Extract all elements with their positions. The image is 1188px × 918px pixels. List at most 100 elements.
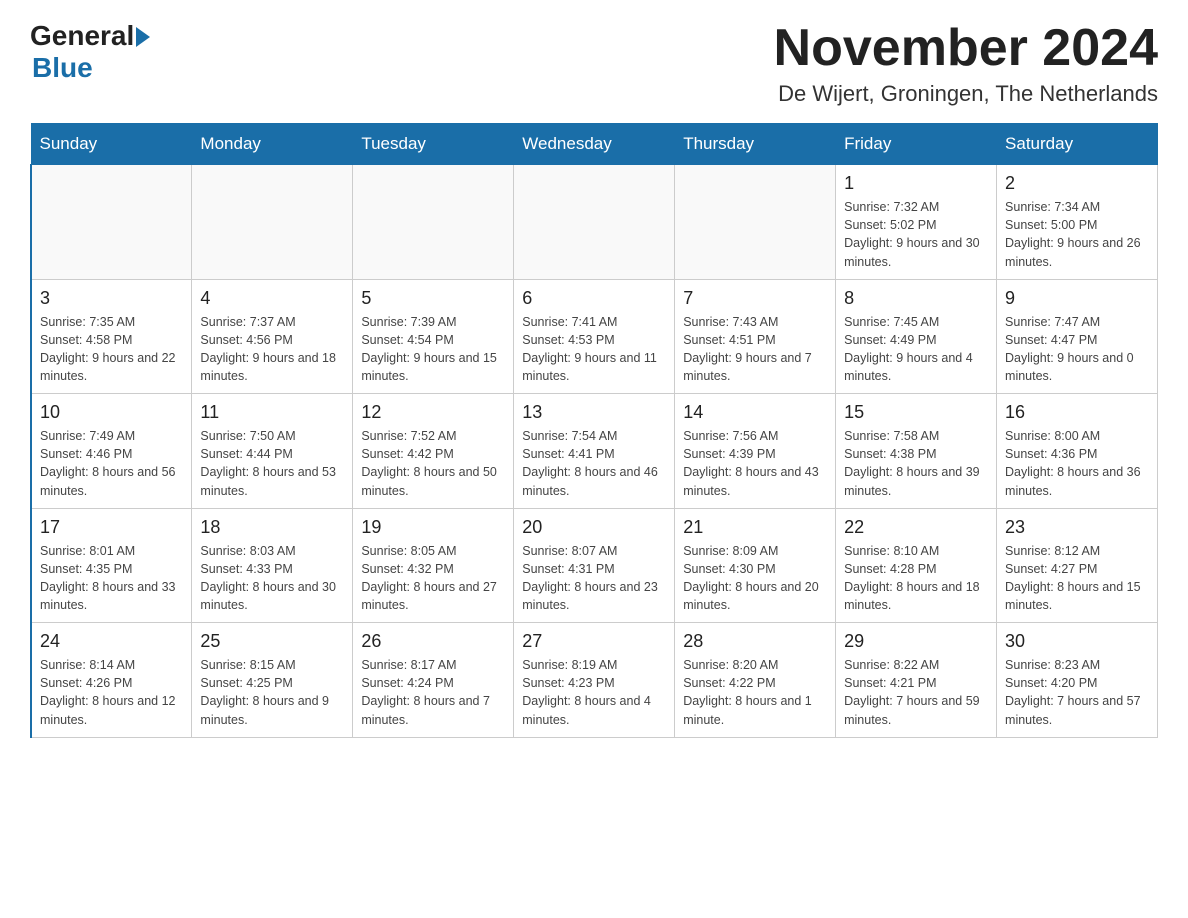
day-number: 4 [200, 288, 344, 309]
day-number: 8 [844, 288, 988, 309]
day-number: 30 [1005, 631, 1149, 652]
day-number: 17 [40, 517, 183, 538]
day-info: Sunrise: 8:14 AM Sunset: 4:26 PM Dayligh… [40, 656, 183, 729]
day-info: Sunrise: 7:50 AM Sunset: 4:44 PM Dayligh… [200, 427, 344, 500]
table-row: 3Sunrise: 7:35 AM Sunset: 4:58 PM Daylig… [31, 279, 192, 394]
day-number: 6 [522, 288, 666, 309]
day-number: 19 [361, 517, 505, 538]
day-info: Sunrise: 7:54 AM Sunset: 4:41 PM Dayligh… [522, 427, 666, 500]
table-row: 16Sunrise: 8:00 AM Sunset: 4:36 PM Dayli… [997, 394, 1158, 509]
day-info: Sunrise: 8:05 AM Sunset: 4:32 PM Dayligh… [361, 542, 505, 615]
table-row: 5 Sunrise: 7:39 AM Sunset: 4:54 PM Daylig… [353, 279, 514, 394]
day-number: 21 [683, 517, 827, 538]
day-info: Sunrise: 7:45 AM Sunset: 4:49 PM Dayligh… [844, 313, 988, 386]
day-number: 27 [522, 631, 666, 652]
location-subtitle: De Wijert, Groningen, The Netherlands [774, 81, 1158, 107]
col-thursday: Thursday [675, 124, 836, 165]
table-row: 7 Sunrise: 7:43 AM Sunset: 4:51 PM Daylig… [675, 279, 836, 394]
day-number: 7 [683, 288, 827, 309]
day-info: Sunrise: 7:34 AM Sunset: 5:00 PM Dayligh… [1005, 198, 1149, 271]
table-row [353, 165, 514, 280]
day-info: Sunrise: 8:07 AM Sunset: 4:31 PM Dayligh… [522, 542, 666, 615]
table-row: 10 Sunrise: 7:49 AM Sunset: 4:46 PM Dayli… [31, 394, 192, 509]
calendar-table: Sunday Monday Tuesday Wednesday Thursday… [30, 123, 1158, 738]
day-info: Sunrise: 7:43 AM Sunset: 4:51 PM Dayligh… [683, 313, 827, 386]
day-info: Sunrise: 8:00 AM Sunset: 4:36 PM Dayligh… [1005, 427, 1149, 500]
col-saturday: Saturday [997, 124, 1158, 165]
day-info: Sunrise: 8:23 AM Sunset: 4:20 PM Dayligh… [1005, 656, 1149, 729]
logo-general-text: General [30, 20, 134, 52]
month-title: November 2024 [774, 20, 1158, 77]
day-number: 9 [1005, 288, 1149, 309]
col-friday: Friday [836, 124, 997, 165]
table-row: 26Sunrise: 8:17 AM Sunset: 4:24 PM Dayli… [353, 623, 514, 738]
table-row: 13 Sunrise: 7:54 AM Sunset: 4:41 PM Dayli… [514, 394, 675, 509]
day-info: Sunrise: 7:49 AM Sunset: 4:46 PM Dayligh… [40, 427, 183, 500]
table-row [31, 165, 192, 280]
logo-blue-text: Blue [32, 52, 93, 84]
day-number: 14 [683, 402, 827, 423]
title-block: November 2024 De Wijert, Groningen, The … [774, 20, 1158, 107]
table-row: 9 Sunrise: 7:47 AM Sunset: 4:47 PM Daylig… [997, 279, 1158, 394]
logo-arrow-icon [136, 27, 150, 47]
table-row [675, 165, 836, 280]
table-row [514, 165, 675, 280]
table-row: 18 Sunrise: 8:03 AM Sunset: 4:33 PM Dayli… [192, 508, 353, 623]
logo: General Blue [30, 20, 150, 84]
table-row: 20 Sunrise: 8:07 AM Sunset: 4:31 PM Dayli… [514, 508, 675, 623]
calendar-week-row: 17 Sunrise: 8:01 AM Sunset: 4:35 PM Dayli… [31, 508, 1158, 623]
day-info: Sunrise: 8:01 AM Sunset: 4:35 PM Dayligh… [40, 542, 183, 615]
day-info: Sunrise: 8:10 AM Sunset: 4:28 PM Dayligh… [844, 542, 988, 615]
table-row: 29Sunrise: 8:22 AM Sunset: 4:21 PM Dayli… [836, 623, 997, 738]
table-row: 19 Sunrise: 8:05 AM Sunset: 4:32 PM Dayli… [353, 508, 514, 623]
day-info: Sunrise: 7:39 AM Sunset: 4:54 PM Dayligh… [361, 313, 505, 386]
day-info: Sunrise: 7:52 AM Sunset: 4:42 PM Dayligh… [361, 427, 505, 500]
calendar-week-row: 3Sunrise: 7:35 AM Sunset: 4:58 PM Daylig… [31, 279, 1158, 394]
calendar-header-row: Sunday Monday Tuesday Wednesday Thursday… [31, 124, 1158, 165]
day-number: 11 [200, 402, 344, 423]
table-row: 21Sunrise: 8:09 AM Sunset: 4:30 PM Dayli… [675, 508, 836, 623]
day-info: Sunrise: 8:19 AM Sunset: 4:23 PM Dayligh… [522, 656, 666, 729]
day-number: 12 [361, 402, 505, 423]
table-row: 28 Sunrise: 8:20 AM Sunset: 4:22 PM Dayli… [675, 623, 836, 738]
table-row: 24Sunrise: 8:14 AM Sunset: 4:26 PM Dayli… [31, 623, 192, 738]
table-row: 14 Sunrise: 7:56 AM Sunset: 4:39 PM Dayli… [675, 394, 836, 509]
calendar-week-row: 10 Sunrise: 7:49 AM Sunset: 4:46 PM Dayli… [31, 394, 1158, 509]
calendar-week-row: 24Sunrise: 8:14 AM Sunset: 4:26 PM Dayli… [31, 623, 1158, 738]
day-number: 1 [844, 173, 988, 194]
day-number: 2 [1005, 173, 1149, 194]
day-number: 28 [683, 631, 827, 652]
table-row: 4 Sunrise: 7:37 AM Sunset: 4:56 PM Daylig… [192, 279, 353, 394]
col-sunday: Sunday [31, 124, 192, 165]
table-row: 1Sunrise: 7:32 AM Sunset: 5:02 PM Daylig… [836, 165, 997, 280]
table-row: 6 Sunrise: 7:41 AM Sunset: 4:53 PM Daylig… [514, 279, 675, 394]
table-row: 23 Sunrise: 8:12 AM Sunset: 4:27 PM Dayli… [997, 508, 1158, 623]
table-row: 8 Sunrise: 7:45 AM Sunset: 4:49 PM Daylig… [836, 279, 997, 394]
col-wednesday: Wednesday [514, 124, 675, 165]
table-row: 11 Sunrise: 7:50 AM Sunset: 4:44 PM Dayli… [192, 394, 353, 509]
table-row: 15Sunrise: 7:58 AM Sunset: 4:38 PM Dayli… [836, 394, 997, 509]
page-header: General Blue November 2024 De Wijert, Gr… [30, 20, 1158, 107]
day-info: Sunrise: 8:15 AM Sunset: 4:25 PM Dayligh… [200, 656, 344, 729]
day-info: Sunrise: 7:41 AM Sunset: 4:53 PM Dayligh… [522, 313, 666, 386]
day-number: 18 [200, 517, 344, 538]
table-row: 22 Sunrise: 8:10 AM Sunset: 4:28 PM Dayli… [836, 508, 997, 623]
day-number: 25 [200, 631, 344, 652]
day-info: Sunrise: 7:47 AM Sunset: 4:47 PM Dayligh… [1005, 313, 1149, 386]
day-info: Sunrise: 8:12 AM Sunset: 4:27 PM Dayligh… [1005, 542, 1149, 615]
table-row: 30 Sunrise: 8:23 AM Sunset: 4:20 PM Dayli… [997, 623, 1158, 738]
day-info: Sunrise: 8:22 AM Sunset: 4:21 PM Dayligh… [844, 656, 988, 729]
day-number: 5 [361, 288, 505, 309]
day-info: Sunrise: 7:37 AM Sunset: 4:56 PM Dayligh… [200, 313, 344, 386]
day-info: Sunrise: 8:20 AM Sunset: 4:22 PM Dayligh… [683, 656, 827, 729]
day-number: 23 [1005, 517, 1149, 538]
day-number: 13 [522, 402, 666, 423]
table-row: 17 Sunrise: 8:01 AM Sunset: 4:35 PM Dayli… [31, 508, 192, 623]
day-number: 10 [40, 402, 183, 423]
day-info: Sunrise: 8:03 AM Sunset: 4:33 PM Dayligh… [200, 542, 344, 615]
table-row: 25 Sunrise: 8:15 AM Sunset: 4:25 PM Dayli… [192, 623, 353, 738]
day-number: 20 [522, 517, 666, 538]
table-row: 27 Sunrise: 8:19 AM Sunset: 4:23 PM Dayli… [514, 623, 675, 738]
day-info: Sunrise: 7:56 AM Sunset: 4:39 PM Dayligh… [683, 427, 827, 500]
day-number: 22 [844, 517, 988, 538]
